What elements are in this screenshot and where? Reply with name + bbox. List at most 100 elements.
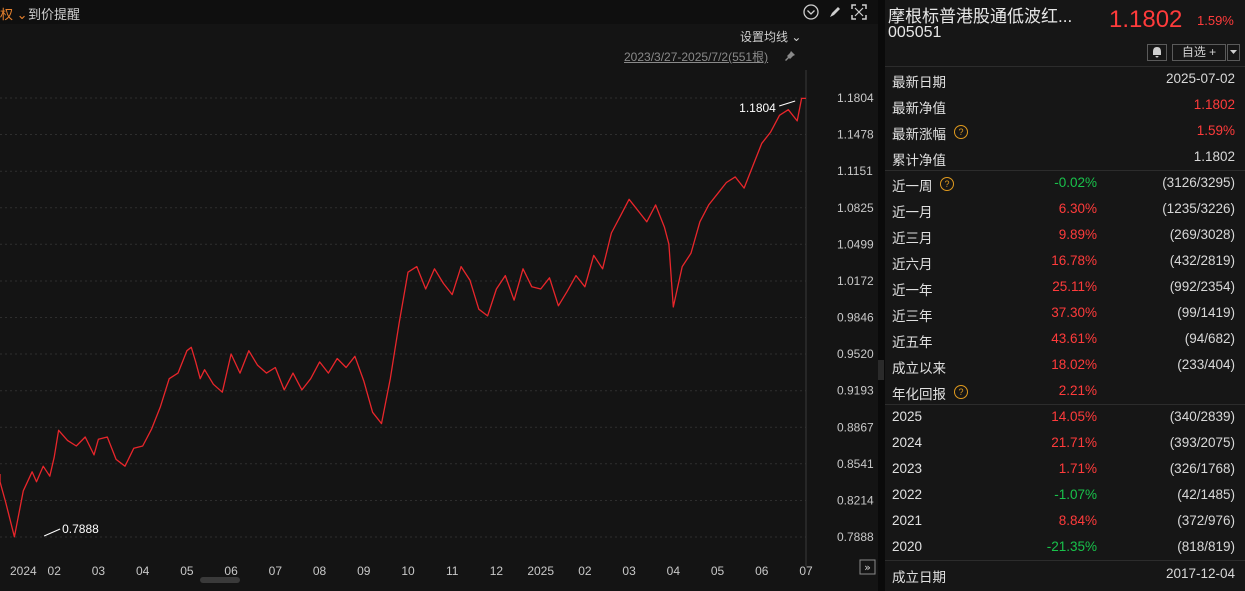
- row-label: 近五年: [892, 335, 933, 350]
- collapse-circle-icon[interactable]: [802, 3, 820, 21]
- peer-rank: (269/3028): [1169, 227, 1235, 242]
- y-tick-label: 0.9193: [837, 384, 874, 398]
- x-tick-label: 04: [136, 564, 150, 576]
- row-label: 近一月: [892, 205, 933, 220]
- y-tick-label: 1.1478: [837, 128, 874, 142]
- chart-scroll-handle[interactable]: [200, 577, 240, 583]
- fund-code: 005051: [888, 24, 942, 41]
- scroll-right-button[interactable]: »: [859, 559, 876, 575]
- x-tick-label: 03: [92, 564, 106, 576]
- return-percent: 2.21%: [1058, 383, 1097, 398]
- x-tick-label: 2025: [527, 564, 554, 576]
- row-label: 成立以来: [892, 361, 946, 376]
- inception-value: 2017-12-04: [1165, 566, 1235, 581]
- return-percent: 14.05%: [1051, 409, 1097, 424]
- annotation-arrow: [779, 100, 796, 107]
- row-label: 近一年: [892, 283, 933, 298]
- return-percent: 8.84%: [1058, 513, 1097, 528]
- row-label: 近一周: [892, 179, 933, 194]
- y-tick-label: 0.9520: [837, 347, 874, 361]
- latest-nav: 1.1802: [1109, 6, 1183, 33]
- chevron-down-icon: ⌄: [791, 30, 802, 44]
- min-value-marker: 0.7888: [43, 522, 99, 537]
- x-tick-label: 09: [357, 564, 371, 576]
- x-tick-label: 05: [711, 564, 725, 576]
- return-row: 年化回报? 2.21%: [885, 379, 1245, 405]
- y-tick-label: 1.1804: [837, 91, 874, 105]
- return-row: 近一年 25.11% (992/2354): [885, 275, 1245, 301]
- info-row: 最新净值 1.1802: [885, 93, 1245, 119]
- row-value: 2025-07-02: [1165, 71, 1235, 86]
- row-label: 2024: [892, 435, 923, 450]
- return-row: 近一周? -0.02% (3126/3295): [885, 171, 1245, 197]
- return-row: 成立以来 18.02% (233/404): [885, 353, 1245, 379]
- chart-grid: [0, 97, 806, 538]
- return-row: 2020 -21.35% (818/819): [885, 535, 1245, 561]
- return-row: 2025 14.05% (340/2839): [885, 405, 1245, 431]
- ma-setting-button[interactable]: 设置均线 ⌄: [740, 28, 801, 45]
- y-tick-label: 1.0172: [837, 274, 874, 288]
- help-icon[interactable]: ?: [940, 177, 954, 191]
- x-tick-label: 02: [578, 564, 592, 576]
- annotation-label: 1.1804: [739, 101, 776, 115]
- peer-rank: (3126/3295): [1162, 175, 1235, 190]
- peer-rank: (393/2075): [1169, 435, 1235, 450]
- nav-line-chart[interactable]: 1.1804 1.1478 1.1151 1.0825 1.0499 1.0172 0.98…: [0, 70, 878, 576]
- fund-info-panel: 摩根标普港股通低波红... 005051 1.1802 1.59% 自选 + 最…: [885, 0, 1245, 591]
- annotation-label: 0.7888: [62, 522, 99, 536]
- return-row: 近五年 43.61% (94/682): [885, 327, 1245, 353]
- price-alert-button[interactable]: 到价提醒: [28, 4, 80, 23]
- x-tick-label: 12: [490, 564, 504, 576]
- help-icon[interactable]: ?: [954, 125, 968, 139]
- return-percent: 37.30%: [1051, 305, 1097, 320]
- peer-rank: (99/1419): [1177, 305, 1235, 320]
- date-range-link[interactable]: 2023/3/27-2025/7/2(551根): [624, 48, 768, 65]
- return-row: 2022 -1.07% (42/1485): [885, 483, 1245, 509]
- peer-rank: (94/682): [1184, 331, 1235, 346]
- return-row: 2024 21.71% (393/2075): [885, 431, 1245, 457]
- alert-bell-button[interactable]: [1147, 44, 1167, 61]
- return-percent: -1.07%: [1054, 487, 1097, 502]
- latest-change: 1.59%: [1197, 13, 1234, 28]
- watchlist-dropdown-button[interactable]: [1227, 44, 1240, 61]
- peer-rank: (818/819): [1177, 539, 1235, 554]
- peer-rank: (372/976): [1177, 513, 1235, 528]
- add-watchlist-button[interactable]: 自选 +: [1172, 44, 1226, 61]
- return-percent: 9.89%: [1058, 227, 1097, 242]
- row-label: 2022: [892, 487, 923, 502]
- x-tick-label: 02: [48, 564, 62, 576]
- draw-pen-icon[interactable]: [826, 3, 844, 21]
- chart-panel: 权 ⌄ 到价提醒 设置均线 ⌄ 2023/3/27-2025/7/2(551根)…: [0, 0, 878, 591]
- return-percent: 25.11%: [1052, 279, 1097, 294]
- return-percent: -0.02%: [1054, 175, 1097, 190]
- row-label: 最新日期: [892, 75, 946, 90]
- peer-rank: (42/1485): [1177, 487, 1235, 502]
- y-tick-label: 0.8867: [837, 420, 874, 434]
- fullscreen-icon[interactable]: [850, 3, 868, 21]
- chart-toolbar: 权 ⌄ 到价提醒: [0, 0, 878, 24]
- info-row: 最新日期 2025-07-02: [885, 67, 1245, 93]
- return-row: 近一月 6.30% (1235/3226): [885, 197, 1245, 223]
- panel-divider: [878, 0, 885, 591]
- x-tick-label: 05: [180, 564, 194, 576]
- row-label: 年化回报: [892, 387, 946, 402]
- panel-collapse-handle[interactable]: [878, 360, 884, 380]
- x-tick-label: 06: [224, 564, 238, 576]
- help-icon[interactable]: ?: [954, 385, 968, 399]
- peer-rank: (326/1768): [1169, 461, 1235, 476]
- x-tick-label: 10: [401, 564, 415, 576]
- return-row: 近三年 37.30% (99/1419): [885, 301, 1245, 327]
- pin-icon[interactable]: [784, 50, 796, 62]
- row-value: 1.1802: [1193, 149, 1235, 164]
- rights-dropdown[interactable]: 权 ⌄: [0, 4, 28, 23]
- row-value: 1.1802: [1193, 97, 1235, 112]
- x-tick-label: 2024: [10, 564, 37, 576]
- return-percent: 1.71%: [1058, 461, 1097, 476]
- return-percent: 43.61%: [1051, 331, 1097, 346]
- x-axis-ticks: 2024 02 03 04 05 06 07 08 09 10 11 12 2025 02 03 04 05 06…: [10, 564, 813, 576]
- annotation-arrow: [43, 528, 61, 537]
- y-tick-label: 1.0825: [837, 201, 874, 215]
- row-label: 近三月: [892, 231, 933, 246]
- row-label: 2021: [892, 513, 923, 528]
- return-row: 近六月 16.78% (432/2819): [885, 249, 1245, 275]
